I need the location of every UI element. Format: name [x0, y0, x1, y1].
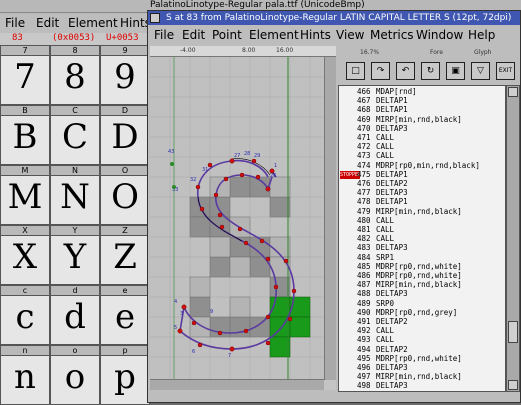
- canvas-vertical-scrollbar[interactable]: [324, 57, 336, 380]
- glyph-canvas[interactable]: 27 28 29 323133 4394 567 2613: [150, 57, 324, 380]
- instruction-opcode: DELTAP3: [376, 381, 408, 391]
- menu-hints[interactable]: Hints: [300, 28, 331, 42]
- glyph-cell[interactable]: X: [0, 235, 50, 285]
- svg-text:43: 43: [168, 149, 174, 155]
- ruler-mark: 8.00: [242, 47, 256, 54]
- menu-view[interactable]: View: [336, 28, 364, 42]
- continue-button[interactable]: ↻: [421, 62, 440, 80]
- instruction-list-scrollbar[interactable]: [506, 85, 520, 392]
- svg-text:6: 6: [192, 349, 195, 355]
- glyph-cell[interactable]: e: [100, 295, 150, 345]
- toolbar-window-icon: ▣: [451, 66, 460, 76]
- menu-window[interactable]: Window: [416, 28, 463, 42]
- mode-label: Glyph: [474, 49, 492, 56]
- scroll-down-arrow[interactable]: [508, 380, 518, 390]
- glyph-window-titlebar[interactable]: S at 83 from PalatinoLinotype-Regular LA…: [148, 11, 520, 25]
- glyph-cell[interactable]: c: [0, 295, 50, 345]
- glyph-cell[interactable]: 7: [0, 55, 50, 105]
- scroll-up-arrow[interactable]: [508, 87, 518, 97]
- glyph-grid: 778899BBCCDDMMNNOOXXYYZZccddeennoopp: [0, 45, 150, 405]
- glyph-canvas-pane: -4.00 8.00 16.00 27 28 29 32 31 33 43 9 …: [150, 46, 336, 390]
- glyph-window-menubar: File Edit Point Element Hints View Metri…: [148, 26, 520, 45]
- glyph-window-title: S at 83 from PalatinoLinotype-Regular LA…: [166, 13, 512, 23]
- menu-file[interactable]: File: [154, 28, 174, 42]
- menu-edit[interactable]: Edit: [182, 28, 205, 42]
- font-window-menubar: File Edit Element Hints: [0, 14, 151, 33]
- glyph-cell[interactable]: O: [100, 175, 150, 225]
- exit-button[interactable]: EXIT: [496, 62, 515, 80]
- svg-text:26: 26: [270, 173, 276, 179]
- glyph-cell[interactable]: D: [100, 115, 150, 165]
- font-window-title: PalatinoLinotype-Regular pala.ttf (Unico…: [150, 0, 365, 10]
- zoom-level: 16.7%: [360, 49, 380, 56]
- svg-text:7: 7: [228, 353, 231, 359]
- glyph-cell[interactable]: C: [50, 115, 100, 165]
- glyph-cell[interactable]: d: [50, 295, 100, 345]
- glyph-cell[interactable]: o: [50, 355, 100, 405]
- window-menu-icon[interactable]: [150, 13, 160, 23]
- menu-element[interactable]: Element: [68, 16, 118, 30]
- watch-button[interactable]: ▣: [446, 62, 465, 80]
- ruler-mark: -4.00: [180, 47, 196, 54]
- instruction-number: 498: [357, 381, 371, 391]
- glyph-outline-window: S at 83 from PalatinoLinotype-Regular LA…: [147, 10, 521, 403]
- svg-text:5: 5: [174, 325, 177, 331]
- svg-text:29: 29: [254, 153, 260, 159]
- svg-text:27: 27: [234, 153, 240, 159]
- svg-text:31: 31: [202, 167, 208, 173]
- filter-button[interactable]: ▽: [471, 62, 490, 80]
- menu-help[interactable]: Help: [468, 28, 495, 42]
- menu-edit[interactable]: Edit: [36, 16, 59, 30]
- menu-file[interactable]: File: [5, 16, 25, 30]
- horizontal-ruler: -4.00 8.00 16.00: [150, 46, 336, 57]
- glyph-cell[interactable]: 9: [100, 55, 150, 105]
- glyph-cell[interactable]: N: [50, 175, 100, 225]
- layer-label: Fore: [430, 49, 443, 56]
- menu-point[interactable]: Point: [212, 28, 242, 42]
- glyph-cell[interactable]: B: [0, 115, 50, 165]
- glyph-cell[interactable]: p: [100, 355, 150, 405]
- glyph-cell[interactable]: M: [0, 175, 50, 225]
- debugger-toolbar: □ ↷ ↶ ↻ ▣ ▽ EXIT: [338, 60, 520, 84]
- ruler-mark: 16.00: [276, 47, 294, 54]
- glyph-hex: (0x0053): [52, 33, 96, 43]
- scroll-thumb[interactable]: [508, 321, 518, 343]
- glyph-cell[interactable]: n: [0, 355, 50, 405]
- instruction-row[interactable]: 498 DELTAP3: [339, 381, 505, 391]
- debug-status-bar: 16.7% Fore Glyph: [338, 46, 520, 60]
- svg-text:1: 1: [274, 163, 277, 169]
- menu-element[interactable]: Element: [249, 28, 299, 42]
- canvas-horizontal-scrollbar[interactable]: [150, 379, 324, 390]
- step-over-button[interactable]: ↷: [371, 62, 390, 80]
- glyph-cell[interactable]: 8: [50, 55, 100, 105]
- instruction-list[interactable]: 466 MDAP[rnd] 467 DELTAP1 468 DELTAP1 469 MIRP[…: [338, 85, 506, 392]
- svg-text:28: 28: [244, 151, 250, 157]
- step-button[interactable]: □: [346, 62, 365, 80]
- glyph-cell[interactable]: Y: [50, 235, 100, 285]
- glyph-code: 83: [12, 33, 23, 43]
- step-out-button[interactable]: ↶: [396, 62, 415, 80]
- svg-text:32: 32: [190, 177, 196, 183]
- glyph-info-bar: 83 (0x0053) U+0053: [0, 33, 150, 45]
- svg-text:4: 4: [174, 299, 177, 305]
- menu-metrics[interactable]: Metrics: [370, 28, 414, 42]
- svg-text:3: 3: [180, 311, 183, 317]
- glyph-unicode: U+0053: [106, 33, 139, 43]
- glyph-cell[interactable]: Z: [100, 235, 150, 285]
- svg-text:9: 9: [210, 309, 213, 315]
